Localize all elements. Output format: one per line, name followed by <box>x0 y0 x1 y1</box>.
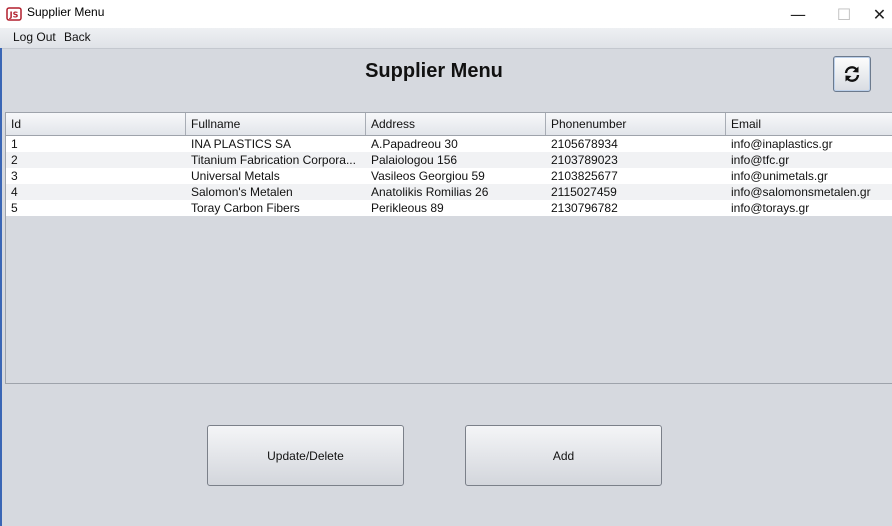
cell-phonenumber: 2115027459 <box>551 185 617 199</box>
table-row[interactable]: 4 Salomon's Metalen Anatolikis Romilias … <box>6 184 892 200</box>
cell-fullname: Universal Metals <box>191 169 280 183</box>
cell-email: info@torays.gr <box>731 201 810 215</box>
refresh-icon <box>844 66 860 82</box>
minimize-button[interactable]: — <box>775 0 821 28</box>
add-label: Add <box>552 448 575 463</box>
menu-back[interactable]: Back <box>64 30 91 44</box>
table-row[interactable]: 3 Universal Metals Vasileos Georgiou 59 … <box>6 168 892 184</box>
cell-id: 5 <box>11 201 18 215</box>
cell-phonenumber: 2103789023 <box>551 153 618 167</box>
column-header-phonenumber[interactable]: Phonenumber <box>546 113 726 135</box>
cell-phonenumber: 2130796782 <box>551 201 618 215</box>
app-logo-icon: JS <box>6 7 22 21</box>
close-button[interactable]: ✕ <box>867 0 892 28</box>
column-header-address[interactable]: Address <box>366 113 546 135</box>
table-body: 1 INA PLASTICS SA A.Papadreou 30 2105678… <box>6 136 892 216</box>
column-header-fullname[interactable]: Fullname <box>186 113 366 135</box>
cell-fullname: Salomon's Metalen <box>191 185 293 199</box>
table-header: Id Fullname Address Phonenumber Email <box>6 113 892 136</box>
refresh-button[interactable] <box>833 56 871 92</box>
cell-id: 1 <box>11 137 18 151</box>
cell-email: info@salomonsmetalen.gr <box>731 185 871 199</box>
table-row[interactable]: 5 Toray Carbon Fibers Perikleous 89 2130… <box>6 200 892 216</box>
cell-address: Anatolikis Romilias 26 <box>371 185 489 199</box>
cell-fullname: Titanium Fabrication Corpora... <box>191 153 356 167</box>
menu-log-out[interactable]: Log Out <box>13 30 56 44</box>
title-bar: JS Supplier Menu — ☐ ✕ <box>0 0 892 28</box>
cell-email: info@inaplastics.gr <box>731 137 833 151</box>
page-title: Supplier Menu <box>365 60 503 82</box>
table-row[interactable]: 2 Titanium Fabrication Corpora... Palaio… <box>6 152 892 168</box>
cell-address: Perikleous 89 <box>371 201 444 215</box>
update-delete-label: Update/Delete <box>267 448 344 463</box>
cell-id: 4 <box>11 185 18 199</box>
cell-fullname: Toray Carbon Fibers <box>191 201 300 215</box>
cell-phonenumber: 2105678934 <box>551 137 618 151</box>
cell-email: info@tfc.gr <box>731 153 790 167</box>
cell-email: info@unimetals.gr <box>731 169 828 183</box>
cell-address: Palaiologou 156 <box>371 153 458 167</box>
svg-text:JS: JS <box>9 11 19 20</box>
cell-address: Vasileos Georgiou 59 <box>371 169 485 183</box>
window-edge <box>0 48 2 526</box>
column-header-email[interactable]: Email <box>726 113 892 135</box>
maximize-button[interactable]: ☐ <box>821 0 867 28</box>
menu-bar: Log Out Back <box>0 28 892 49</box>
update-delete-button[interactable]: Update/Delete <box>207 425 404 486</box>
cell-phonenumber: 2103825677 <box>551 169 618 183</box>
cell-address: A.Papadreou 30 <box>371 137 458 151</box>
column-header-id[interactable]: Id <box>6 113 186 135</box>
table-row[interactable]: 1 INA PLASTICS SA A.Papadreou 30 2105678… <box>6 136 892 152</box>
add-button[interactable]: Add <box>465 425 662 486</box>
supplier-table: Id Fullname Address Phonenumber Email 1 … <box>5 112 892 384</box>
cell-id: 3 <box>11 169 18 183</box>
cell-fullname: INA PLASTICS SA <box>191 137 292 151</box>
window-title: Supplier Menu <box>27 5 105 19</box>
cell-id: 2 <box>11 153 18 167</box>
